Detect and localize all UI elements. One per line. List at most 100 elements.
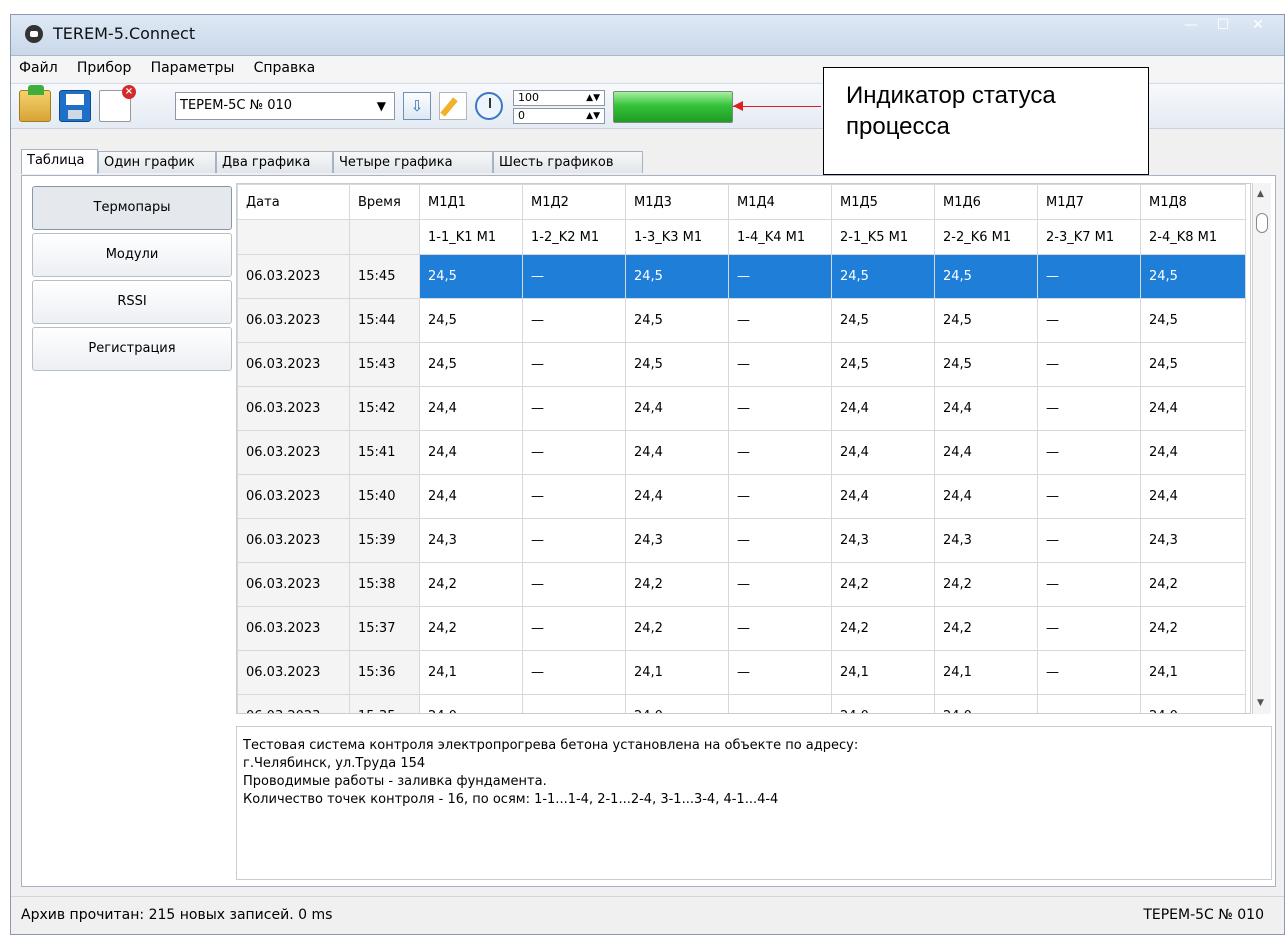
cell-value[interactable]: 24,5 — [419, 254, 523, 299]
cell-date[interactable]: 06.03.2023 — [237, 606, 350, 651]
cell-value[interactable]: 24,2 — [831, 562, 935, 607]
vertical-scrollbar[interactable]: ▲ ▼ — [1252, 183, 1271, 714]
cell-time[interactable]: 15:41 — [349, 430, 420, 475]
cell-value[interactable]: 24,3 — [419, 518, 523, 563]
minimize-button[interactable]: — — [1176, 15, 1206, 37]
cell-value[interactable]: 24,3 — [934, 518, 1038, 563]
side-button-modules[interactable]: Модули — [32, 233, 232, 277]
cell-time[interactable]: 15:42 — [349, 386, 420, 431]
cell-value[interactable]: 24,5 — [625, 298, 729, 343]
notes-textarea[interactable]: Тестовая система контроля электропрогрев… — [236, 726, 1272, 880]
cell-value[interactable]: — — [728, 694, 832, 713]
cell-value[interactable]: 24,2 — [1140, 562, 1246, 607]
cell-value[interactable]: 24,4 — [1140, 430, 1246, 475]
table-row[interactable]: 06.03.2023 15:42 24,4—24,4—24,4 24,4—24,4 — [237, 386, 1246, 431]
cell-value[interactable]: 24,4 — [625, 430, 729, 475]
cell-value[interactable]: 24,2 — [625, 606, 729, 651]
spin-updown-icon[interactable]: ▲▼ — [586, 91, 600, 105]
cell-date[interactable]: 06.03.2023 — [237, 386, 350, 431]
cell-value[interactable]: 24,5 — [419, 342, 523, 387]
cell-value[interactable]: — — [522, 386, 626, 431]
cell-value[interactable]: 24,3 — [831, 518, 935, 563]
cell-value[interactable]: 24,4 — [934, 386, 1038, 431]
cell-date[interactable]: 06.03.2023 — [237, 342, 350, 387]
cell-value[interactable]: 24,2 — [419, 562, 523, 607]
menu-device[interactable]: Прибор — [69, 56, 139, 76]
cell-value[interactable]: 24,2 — [625, 562, 729, 607]
cell-time[interactable]: 15:37 — [349, 606, 420, 651]
cell-value[interactable]: — — [728, 386, 832, 431]
spin-lower-input[interactable]: 0 ▲▼ — [513, 108, 605, 124]
cell-time[interactable]: 15:43 — [349, 342, 420, 387]
cell-value[interactable]: — — [728, 562, 832, 607]
close-button[interactable]: ✕ — [1238, 15, 1278, 37]
cell-date[interactable]: 06.03.2023 — [237, 254, 350, 299]
table-row[interactable]: 06.03.2023 15:36 24,1—24,1—24,1 24,1—24,1 — [237, 650, 1246, 695]
cell-time[interactable]: 15:39 — [349, 518, 420, 563]
column-header[interactable]: М1Д7 — [1037, 184, 1141, 220]
edit-pencil-icon[interactable] — [439, 92, 467, 120]
cell-time[interactable]: 15:45 — [349, 254, 420, 299]
cell-value[interactable]: — — [1037, 694, 1141, 713]
cell-value[interactable]: 24,3 — [1140, 518, 1246, 563]
cell-value[interactable]: — — [522, 694, 626, 713]
clock-icon[interactable] — [475, 92, 503, 120]
cell-time[interactable]: 15:44 — [349, 298, 420, 343]
cell-value[interactable]: 24,1 — [934, 650, 1038, 695]
cell-value[interactable]: — — [728, 430, 832, 475]
cell-time[interactable]: 15:40 — [349, 474, 420, 519]
cell-date[interactable]: 06.03.2023 — [237, 430, 350, 475]
cell-value[interactable]: — — [522, 430, 626, 475]
cell-value[interactable]: 24,0 — [1140, 694, 1246, 713]
cell-value[interactable]: — — [1037, 254, 1141, 299]
table-row[interactable]: 06.03.2023 15:40 24,4—24,4—24,4 24,4—24,4 — [237, 474, 1246, 519]
tab-six-charts[interactable]: Шесть графиков — [493, 151, 643, 173]
cell-value[interactable]: — — [1037, 474, 1141, 519]
cell-value[interactable]: 24,1 — [419, 650, 523, 695]
cell-value[interactable]: 24,0 — [934, 694, 1038, 713]
column-header[interactable]: М1Д6 — [934, 184, 1038, 220]
cell-value[interactable]: 24,2 — [934, 562, 1038, 607]
cell-value[interactable]: — — [728, 474, 832, 519]
cell-value[interactable]: 24,5 — [934, 254, 1038, 299]
cell-value[interactable]: — — [522, 254, 626, 299]
cell-value[interactable]: — — [728, 518, 832, 563]
cell-value[interactable]: — — [1037, 562, 1141, 607]
cell-value[interactable]: — — [728, 342, 832, 387]
cell-value[interactable]: 24,2 — [419, 606, 523, 651]
side-button-thermocouples[interactable]: Термопары — [32, 186, 232, 230]
scroll-thumb[interactable] — [1256, 213, 1268, 233]
table-row[interactable]: 06.03.2023 15:44 24,5—24,5—24,5 24,5—24,5 — [237, 298, 1246, 343]
cell-date[interactable]: 06.03.2023 — [237, 298, 350, 343]
data-table[interactable]: Дата Время М1Д1 М1Д2 М1Д3 М1Д4 М1Д5 М1Д6 М1Д7 М1Д… — [236, 183, 1251, 714]
cell-value[interactable]: 24,4 — [419, 430, 523, 475]
cell-value[interactable]: 24,4 — [625, 386, 729, 431]
table-row[interactable]: 06.03.2023 15:43 24,5—24,5—24,5 24,5—24,5 — [237, 342, 1246, 387]
cell-date[interactable]: 06.03.2023 — [237, 518, 350, 563]
cell-value[interactable]: — — [522, 298, 626, 343]
scroll-down-icon[interactable]: ▼ — [1257, 698, 1264, 708]
cell-value[interactable]: 24,5 — [831, 342, 935, 387]
cell-value[interactable]: — — [522, 650, 626, 695]
column-header[interactable]: М1Д1 — [419, 184, 523, 220]
cell-value[interactable]: 24,4 — [1140, 386, 1246, 431]
cell-value[interactable]: 24,2 — [934, 606, 1038, 651]
cell-value[interactable]: 24,5 — [934, 298, 1038, 343]
chevron-down-icon[interactable]: ▼ — [377, 93, 386, 119]
cell-value[interactable]: 24,5 — [1140, 254, 1246, 299]
cell-value[interactable]: 24,2 — [1140, 606, 1246, 651]
cell-value[interactable]: 24,4 — [934, 474, 1038, 519]
cell-value[interactable]: 24,0 — [625, 694, 729, 713]
cell-value[interactable]: 24,5 — [934, 342, 1038, 387]
cell-value[interactable]: 24,4 — [419, 474, 523, 519]
cell-value[interactable]: 24,4 — [1140, 474, 1246, 519]
tab-four-charts[interactable]: Четыре графика — [333, 151, 493, 173]
cell-value[interactable]: 24,3 — [625, 518, 729, 563]
cell-value[interactable]: — — [728, 650, 832, 695]
cell-value[interactable]: — — [1037, 298, 1141, 343]
menu-parameters[interactable]: Параметры — [143, 56, 242, 76]
cell-value[interactable]: 24,5 — [1140, 298, 1246, 343]
cell-value[interactable]: — — [1037, 386, 1141, 431]
cell-value[interactable]: 24,4 — [625, 474, 729, 519]
cell-value[interactable]: — — [522, 518, 626, 563]
